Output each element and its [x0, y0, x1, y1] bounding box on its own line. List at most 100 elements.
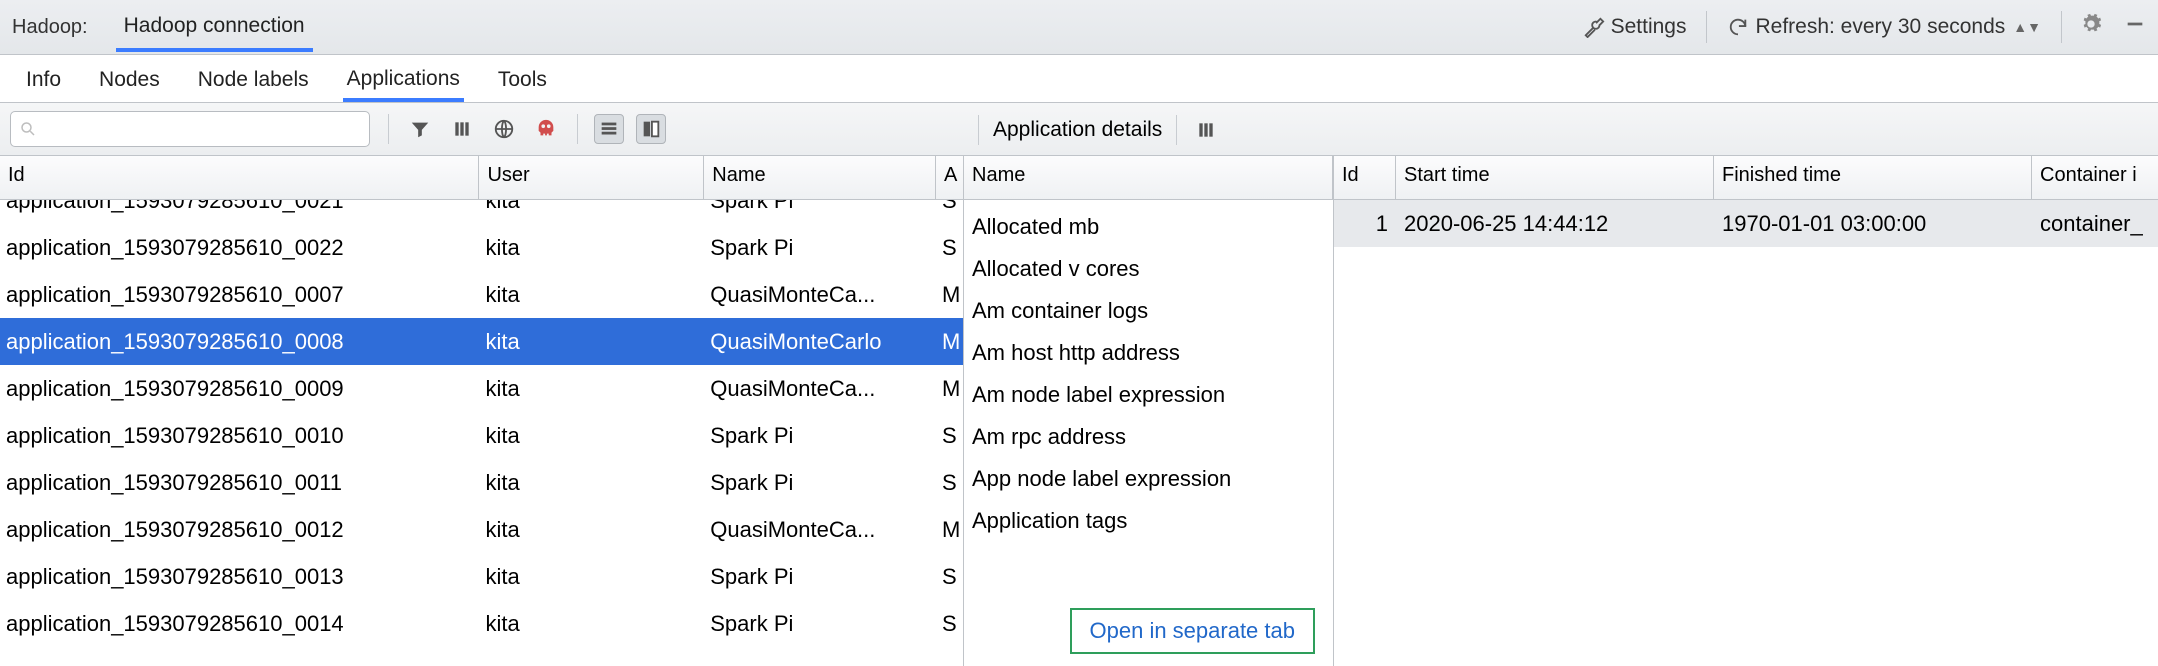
cell-app: M — [936, 329, 963, 355]
header-attempt-id[interactable]: Id — [1334, 156, 1396, 199]
detail-item[interactable]: Application tags — [964, 500, 1333, 542]
cell-user: kita — [479, 329, 704, 355]
gear-icon — [2080, 13, 2102, 35]
cell-id: application_1593079285610_0021 — [0, 200, 479, 214]
detail-item[interactable]: Allocated v cores — [964, 248, 1333, 290]
header-app[interactable]: A — [936, 156, 963, 199]
table-row[interactable]: application_1593079285610_0009kitaQuasiM… — [0, 365, 963, 412]
tab-nodes[interactable]: Nodes — [95, 60, 164, 102]
cell-name: Spark Pi — [704, 564, 936, 590]
cell-name: QuasiMonteCa... — [704, 517, 936, 543]
hadoop-label: Hadoop: — [12, 16, 88, 39]
search-box[interactable] — [10, 111, 370, 147]
tab-info[interactable]: Info — [22, 60, 65, 102]
open-separate-tab-button[interactable]: Open in separate tab — [1070, 608, 1315, 654]
cell-app: S — [936, 423, 963, 449]
kill-button[interactable] — [531, 114, 561, 144]
details-title: Application details — [993, 118, 1162, 142]
table-row[interactable]: application_1593079285610_0022kitaSpark … — [0, 224, 963, 271]
minimize-button[interactable] — [2120, 9, 2150, 45]
detail-item[interactable]: Am rpc address — [964, 416, 1333, 458]
cell-user: kita — [479, 517, 704, 543]
header-user[interactable]: User — [479, 156, 704, 199]
tab-node-labels[interactable]: Node labels — [194, 60, 313, 102]
detail-item[interactable]: Am host http address — [964, 332, 1333, 374]
table-row[interactable]: application_1593079285610_0012kitaQuasiM… — [0, 506, 963, 553]
table-row[interactable]: application_1593079285610_0007kitaQuasiM… — [0, 271, 963, 318]
detail-item[interactable]: App node label expression — [964, 458, 1333, 500]
details-header-name[interactable]: Name — [964, 156, 1333, 199]
refresh-button[interactable]: Refresh: every 30 seconds ▲▼ — [1721, 11, 2047, 43]
list-icon — [598, 118, 620, 140]
list-view-button[interactable] — [594, 114, 624, 144]
applications-panel: Id User Name A application_1593079285610… — [0, 156, 964, 666]
cell-attempt-id: 1 — [1334, 211, 1396, 237]
header-name[interactable]: Name — [704, 156, 936, 199]
attempt-row[interactable]: 12020-06-25 14:44:121970-01-01 03:00:00c… — [1334, 200, 2158, 247]
table-row[interactable]: application_1593079285610_0011kitaSpark … — [0, 459, 963, 506]
divider — [388, 114, 389, 144]
connection-tab[interactable]: Hadoop connection — [116, 2, 313, 52]
details-columns-button[interactable] — [1191, 115, 1221, 145]
cell-id: application_1593079285610_0022 — [0, 235, 479, 261]
cell-finished-time: 1970-01-01 03:00:00 — [1714, 211, 2032, 237]
table-row[interactable]: application_1593079285610_0008kitaQuasiM… — [0, 318, 963, 365]
split-view-button[interactable] — [636, 114, 666, 144]
cell-container-id: container_ — [2032, 211, 2158, 237]
cell-start-time: 2020-06-25 14:44:12 — [1396, 211, 1714, 237]
cell-id: application_1593079285610_0009 — [0, 376, 479, 402]
gear-button[interactable] — [2076, 9, 2106, 45]
cell-id: application_1593079285610_0014 — [0, 611, 479, 637]
cell-id: application_1593079285610_0007 — [0, 282, 479, 308]
header-container-id[interactable]: Container i — [2032, 156, 2158, 199]
cell-name: QuasiMonteCarlo — [704, 329, 936, 355]
globe-button[interactable] — [489, 114, 519, 144]
header-start-time[interactable]: Start time — [1396, 156, 1714, 199]
details-panel: Application details Name Allocated mbAll… — [964, 156, 1334, 666]
table-row[interactable]: application_1593079285610_0014kitaSpark … — [0, 600, 963, 647]
header-id[interactable]: Id — [0, 156, 479, 199]
attempts-panel: Application attempts Id Start time Finis… — [1334, 156, 2158, 666]
cell-id: application_1593079285610_0011 — [0, 470, 479, 496]
cell-id: application_1593079285610_0010 — [0, 423, 479, 449]
top-bar: Hadoop: Hadoop connection Settings Refre… — [0, 0, 2158, 55]
cell-name: Spark Pi — [704, 470, 936, 496]
cell-user: kita — [479, 235, 704, 261]
divider — [978, 115, 979, 145]
cell-app: M — [936, 282, 963, 308]
cell-user: kita — [479, 611, 704, 637]
table-row[interactable]: application_1593079285610_0010kitaSpark … — [0, 412, 963, 459]
refresh-icon — [1727, 16, 1749, 38]
globe-icon — [493, 118, 515, 140]
columns-button[interactable] — [447, 114, 477, 144]
filter-button[interactable] — [405, 114, 435, 144]
tab-tools[interactable]: Tools — [494, 60, 551, 102]
search-input[interactable] — [43, 119, 361, 140]
table-row[interactable]: application_1593079285610_0013kitaSpark … — [0, 553, 963, 600]
table-row[interactable]: application_1593079285610_0021kitaSpark … — [0, 200, 963, 224]
settings-button[interactable]: Settings — [1577, 11, 1693, 43]
wrench-icon — [1583, 16, 1605, 38]
detail-item[interactable]: Allocated mb — [964, 206, 1333, 248]
cell-name: QuasiMonteCa... — [704, 282, 936, 308]
settings-label: Settings — [1611, 15, 1687, 39]
applications-headers: Id User Name A — [0, 156, 963, 200]
cell-user: kita — [479, 423, 704, 449]
search-icon — [19, 120, 37, 138]
columns-icon — [1196, 120, 1216, 140]
divider — [1176, 115, 1177, 145]
cell-app: S — [936, 564, 963, 590]
detail-item[interactable]: Am container logs — [964, 290, 1333, 332]
main-tabs: Info Nodes Node labels Applications Tool… — [0, 55, 2158, 103]
header-finished-time[interactable]: Finished time — [1714, 156, 2032, 199]
tab-applications[interactable]: Applications — [343, 59, 464, 102]
cell-user: kita — [479, 282, 704, 308]
detail-item[interactable]: Am node label expression — [964, 374, 1333, 416]
cell-name: Spark Pi — [704, 200, 936, 214]
cell-name: Spark Pi — [704, 611, 936, 637]
columns-icon — [452, 119, 472, 139]
cell-name: QuasiMonteCa... — [704, 376, 936, 402]
cell-user: kita — [479, 564, 704, 590]
divider — [577, 114, 578, 144]
skull-icon — [535, 118, 557, 140]
